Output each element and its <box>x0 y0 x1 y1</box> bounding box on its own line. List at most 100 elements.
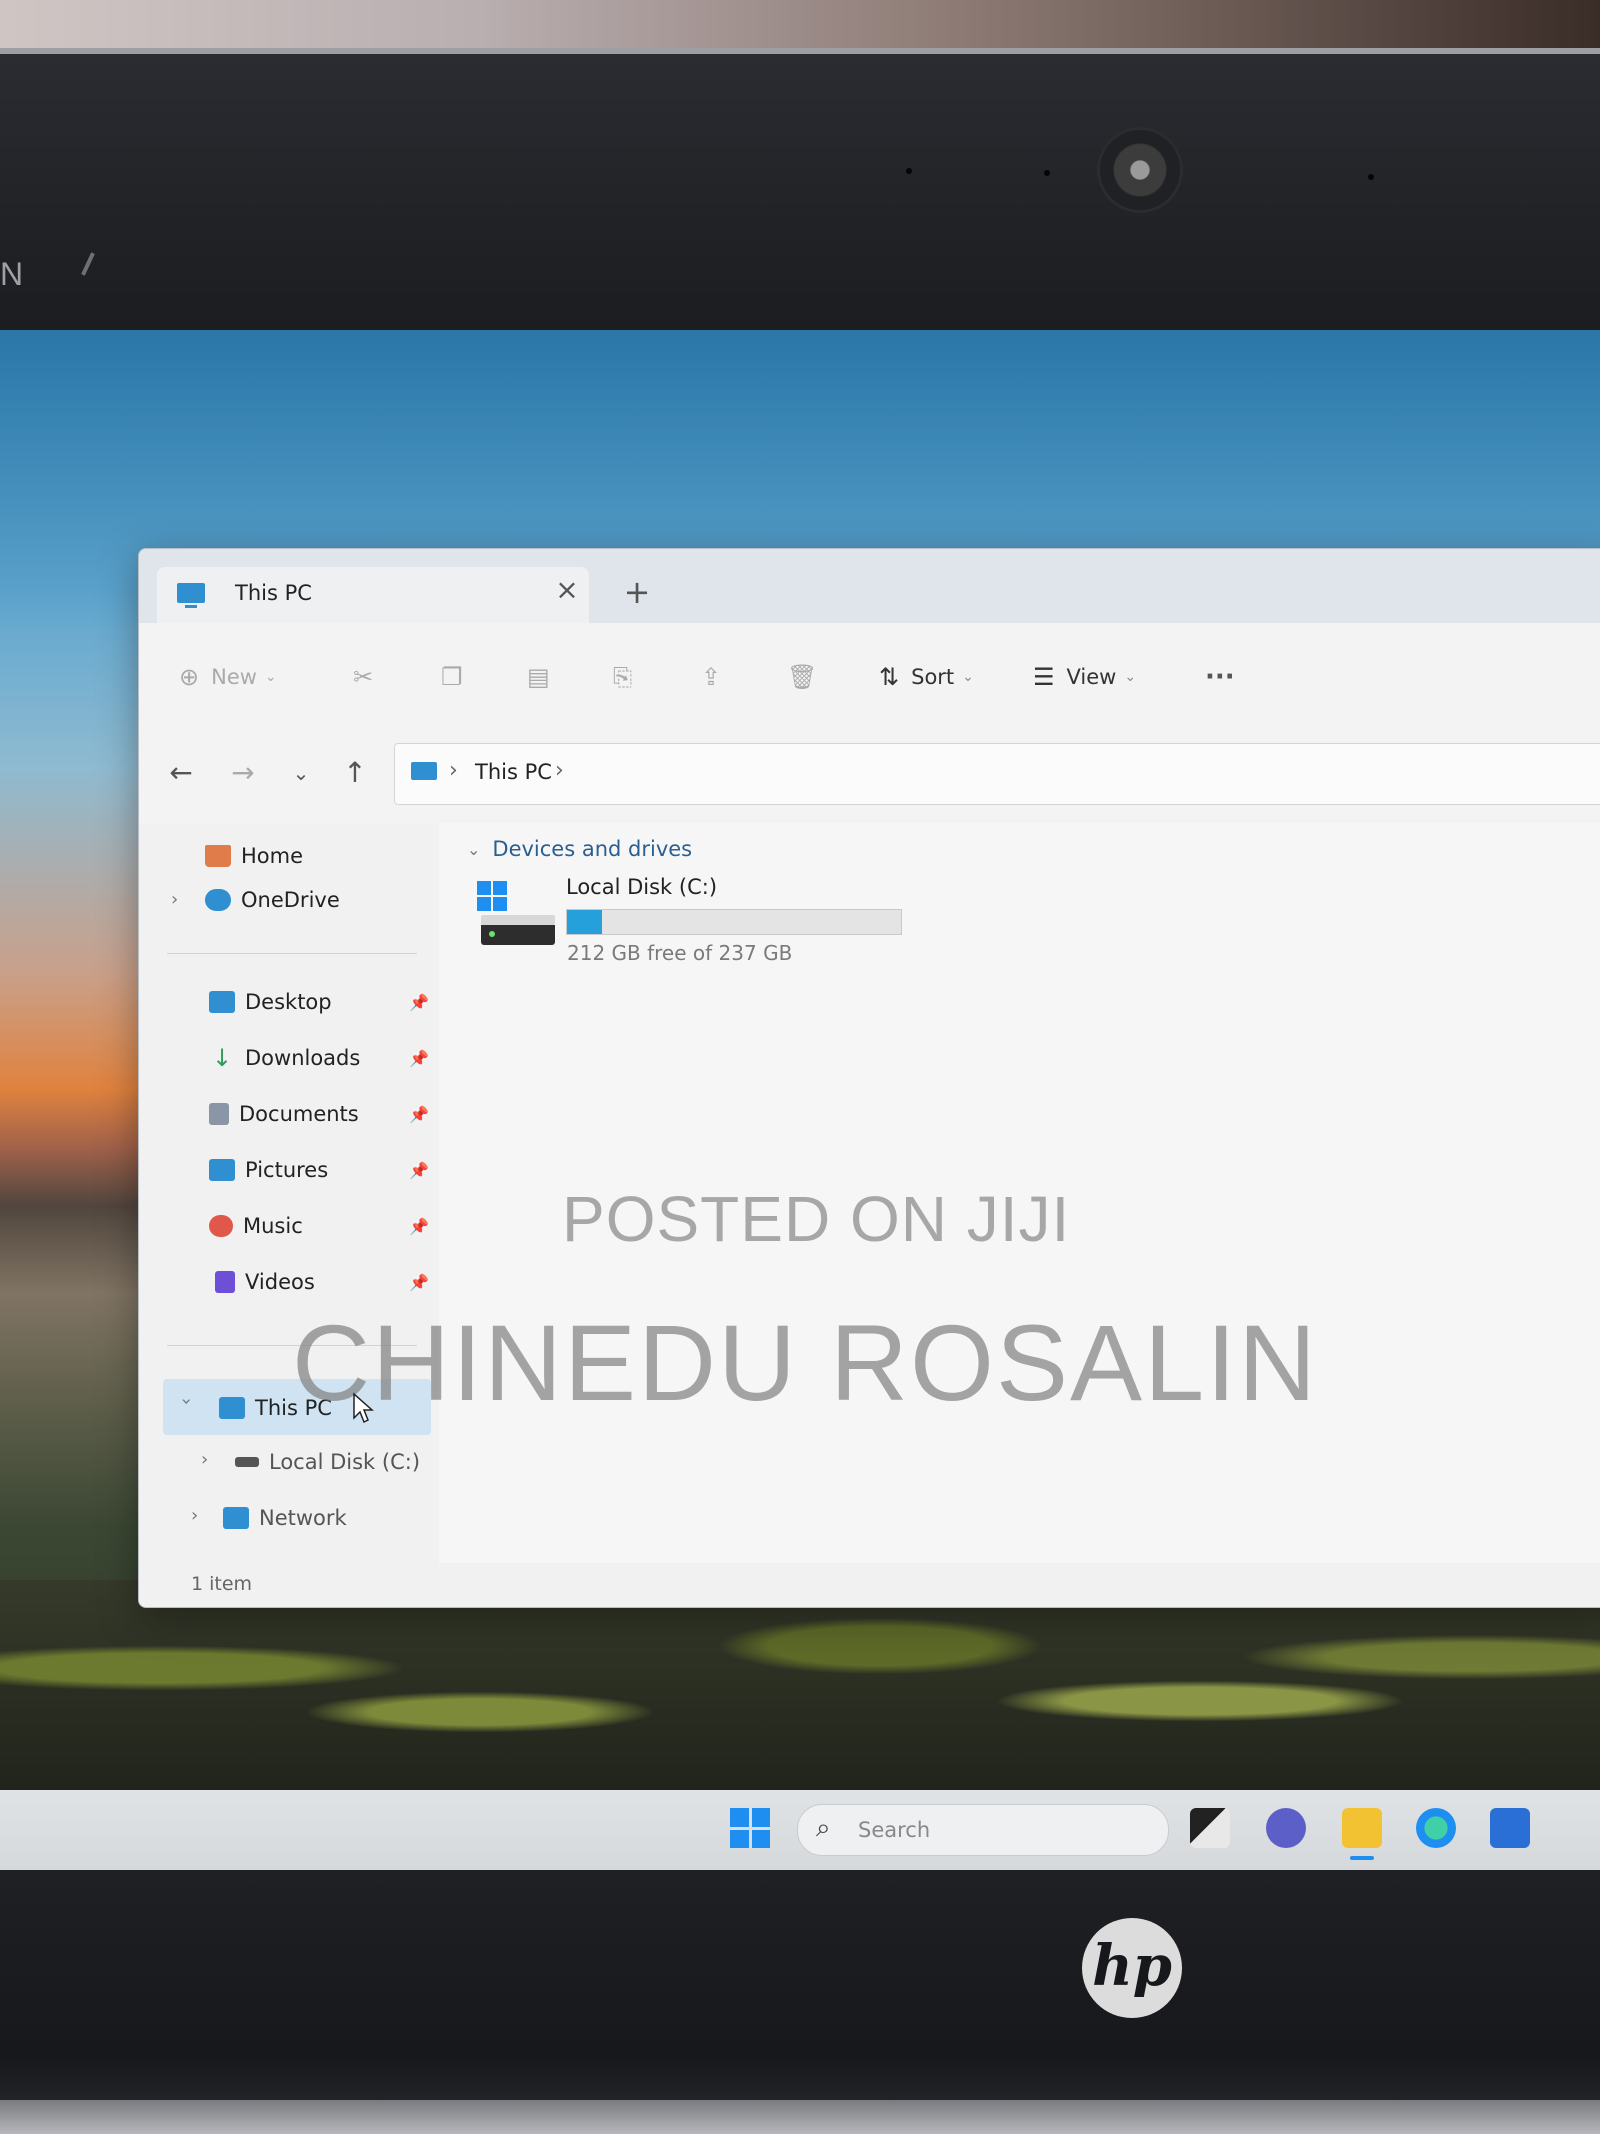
mouse-cursor-icon <box>353 1392 374 1424</box>
plus-circle-icon: ⊕ <box>179 663 200 691</box>
drive-free-space: 212 GB free of 237 GB <box>567 941 793 965</box>
document-icon <box>209 1103 229 1125</box>
breadcrumb-this-pc[interactable]: This PC <box>475 760 552 784</box>
share-button[interactable]: ⇪ <box>701 659 733 695</box>
sidebar-item-label: Music <box>243 1214 303 1238</box>
taskbar-search-box[interactable]: ⌕ Search <box>797 1804 1169 1856</box>
group-header-devices[interactable]: ⌄ Devices and drives <box>467 837 692 861</box>
sidebar-item-label: Documents <box>239 1102 359 1126</box>
sort-button[interactable]: ⇅ Sort ⌄ <box>879 659 974 695</box>
microsoft-store-icon[interactable] <box>1490 1808 1530 1848</box>
wallpaper-rocks <box>0 1580 1600 1790</box>
local-disk-icon <box>477 881 557 951</box>
navigation-row: ← → ⌄ ↑ › This PC › <box>139 733 1600 823</box>
tab-this-pc[interactable]: This PC × <box>157 567 589 623</box>
videos-icon <box>215 1271 235 1293</box>
sidebar-item-label: Local Disk (C:) <box>269 1450 421 1474</box>
bezel-sensor-dot <box>906 168 912 174</box>
copy-button[interactable]: ❐ <box>441 659 475 695</box>
bezel-sensor-dot <box>1044 170 1050 176</box>
sidebar-item-desktop[interactable]: Desktop <box>209 979 332 1025</box>
view-icon: ☰ <box>1033 663 1055 691</box>
up-arrow-icon[interactable]: ↑ <box>335 753 375 793</box>
paste-icon: ▤ <box>527 663 550 691</box>
new-button[interactable]: ⊕ New ⌄ <box>179 659 277 695</box>
chevron-right-icon: › <box>449 758 458 783</box>
rename-icon: ⎘ <box>613 663 633 691</box>
chevron-right-icon[interactable]: › <box>555 758 564 783</box>
windows-logo-icon <box>477 881 507 911</box>
pin-icon[interactable]: 📌 <box>409 1273 429 1292</box>
pin-icon[interactable]: 📌 <box>409 1105 429 1124</box>
more-options-button[interactable]: ··· <box>1205 659 1235 695</box>
view-label: View <box>1066 665 1117 689</box>
file-explorer-icon[interactable] <box>1342 1808 1382 1848</box>
status-bar: 1 item <box>139 1563 1600 1607</box>
rename-button[interactable]: ⎘ <box>613 659 644 695</box>
chevron-down-icon: ⌄ <box>467 839 481 859</box>
edge-browser-icon[interactable] <box>1416 1808 1456 1848</box>
pin-icon[interactable]: 📌 <box>409 1049 429 1068</box>
sort-icon: ⇅ <box>879 663 900 691</box>
command-bar: ⊕ New ⌄ ✂ ❐ ▤ ⎘ ⇪ 🗑 ⇅ Sort ⌄ ☰ View ⌄ ··… <box>139 623 1600 734</box>
music-icon <box>209 1215 233 1237</box>
chevron-down-icon: ⌄ <box>962 669 974 685</box>
pin-icon[interactable]: 📌 <box>409 1161 429 1180</box>
pin-icon[interactable]: 📌 <box>409 993 429 1012</box>
sidebar-item-pictures[interactable]: Pictures <box>209 1147 328 1193</box>
this-pc-icon <box>411 762 437 780</box>
back-arrow-icon[interactable]: ← <box>161 753 201 793</box>
forward-arrow-icon[interactable]: → <box>223 753 263 793</box>
delete-button[interactable]: 🗑 <box>787 659 829 695</box>
new-label: New <box>211 665 257 689</box>
pictures-icon <box>209 1159 235 1181</box>
chevron-right-icon[interactable]: › <box>191 1505 198 1526</box>
sidebar-item-onedrive[interactable]: OneDrive <box>205 877 340 923</box>
sidebar-item-music[interactable]: Music <box>209 1203 303 1249</box>
drive-usage-fill <box>567 910 603 934</box>
sidebar-item-downloads[interactable]: ↓ Downloads <box>209 1035 360 1081</box>
share-icon: ⇪ <box>701 663 722 691</box>
sidebar-item-label: Desktop <box>245 990 332 1014</box>
recent-locations-chevron-icon[interactable]: ⌄ <box>281 753 321 793</box>
address-bar[interactable]: › This PC › <box>394 743 1600 805</box>
task-view-icon[interactable] <box>1190 1808 1230 1848</box>
sidebar-item-documents[interactable]: Documents <box>209 1091 359 1137</box>
chevron-down-icon[interactable]: › <box>176 1398 197 1405</box>
tab-title: This PC <box>235 581 312 605</box>
item-count: 1 item <box>191 1573 253 1595</box>
laptop-hinge <box>0 2100 1600 2134</box>
laptop-top-bezel <box>0 48 1600 344</box>
start-menu-icon[interactable] <box>730 1808 770 1848</box>
navigation-pane: Home › OneDrive Desktop 📌 ↓ Downloads 📌 … <box>139 823 439 1563</box>
view-button[interactable]: ☰ View ⌄ <box>1033 659 1136 695</box>
desktop-icon <box>209 991 235 1013</box>
download-icon: ↓ <box>211 1044 233 1072</box>
sidebar-item-local-disk[interactable]: Local Disk (C:) <box>235 1439 420 1485</box>
taskbar: ⌕ Search <box>0 1790 1600 1870</box>
chevron-right-icon[interactable]: › <box>201 1449 208 1470</box>
paste-button[interactable]: ▤ <box>527 659 562 695</box>
cut-button[interactable]: ✂ <box>353 659 385 695</box>
sidebar-item-network[interactable]: Network <box>223 1495 347 1541</box>
sidebar-item-videos[interactable]: Videos <box>215 1259 315 1305</box>
sidebar-item-label: OneDrive <box>241 888 340 912</box>
delete-icon: 🗑 <box>787 663 818 691</box>
title-bar: This PC × + <box>139 549 1600 623</box>
watermark-seller-name: CHINEDU ROSALIN <box>292 1302 1319 1423</box>
sidebar-item-label: Videos <box>245 1270 315 1294</box>
laptop-bottom-bezel <box>0 1870 1600 2134</box>
sidebar-item-label: Network <box>259 1506 347 1530</box>
drive-icon <box>235 1457 259 1467</box>
close-tab-icon[interactable]: × <box>549 573 585 606</box>
new-tab-button[interactable]: + <box>617 573 657 611</box>
drive-name: Local Disk (C:) <box>566 875 718 899</box>
pin-icon[interactable]: 📌 <box>409 1217 429 1236</box>
watermark-posted-on: POSTED ON JIJI <box>562 1183 1071 1255</box>
chevron-right-icon[interactable]: › <box>171 889 178 910</box>
hp-logo: hp <box>1082 1918 1182 2018</box>
chevron-down-icon: ⌄ <box>264 669 277 685</box>
cut-icon: ✂ <box>353 663 374 691</box>
sidebar-item-home[interactable]: Home <box>205 833 303 879</box>
chat-icon[interactable] <box>1266 1808 1306 1848</box>
